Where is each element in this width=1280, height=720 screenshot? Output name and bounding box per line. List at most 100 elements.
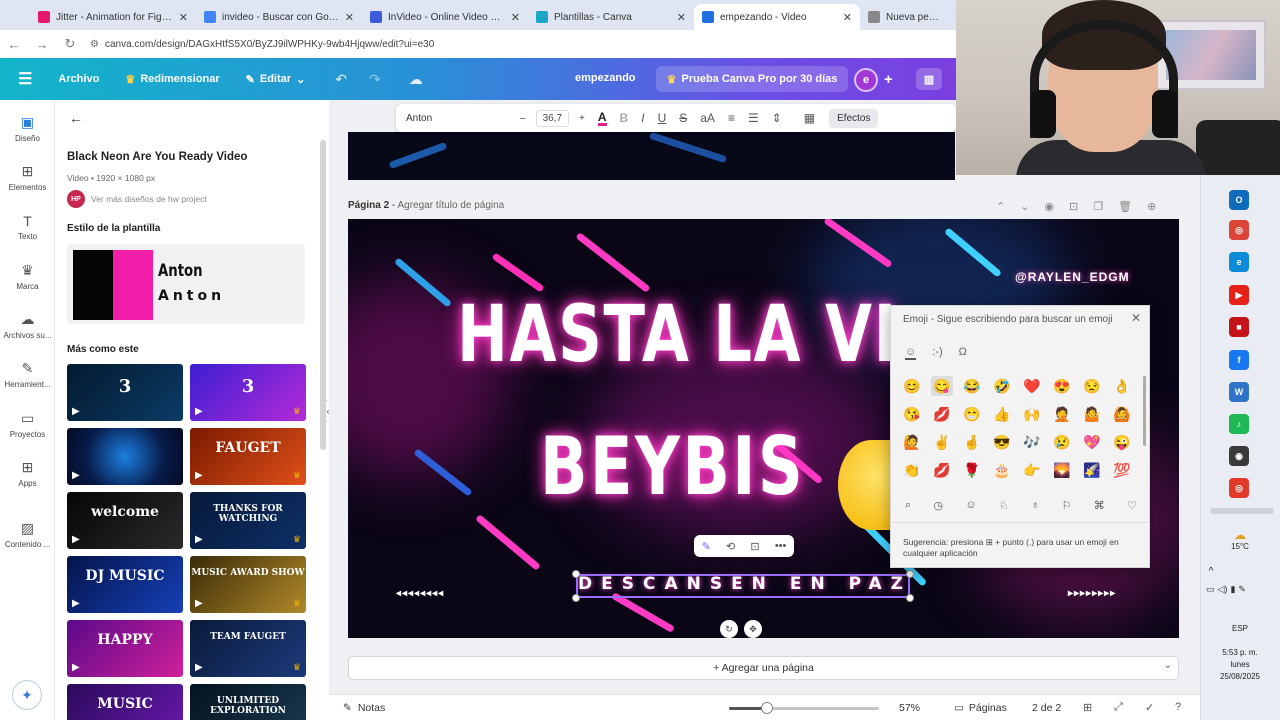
help-icon[interactable]: ? xyxy=(1175,701,1181,713)
fullscreen-icon[interactable]: ⤢ xyxy=(1114,701,1123,714)
zoom-slider[interactable] xyxy=(729,702,879,714)
rail-projects[interactable]: ▭ Proyectos xyxy=(0,410,55,439)
weather-widget[interactable]: ☁ 15°C xyxy=(1200,528,1280,551)
template-thumbnail[interactable]: welcome ▶ xyxy=(67,492,183,549)
forward-icon[interactable]: → xyxy=(28,37,56,52)
move-icon[interactable]: ✥ xyxy=(744,620,762,638)
chrome-app-2-icon[interactable]: ◎ xyxy=(1229,478,1249,498)
lock-icon[interactable]: ⊡ xyxy=(750,540,759,553)
emoji-category-icon[interactable]: ⌕ xyxy=(905,499,911,512)
resize-handle[interactable] xyxy=(906,594,914,602)
text-color-icon[interactable]: A xyxy=(597,111,607,126)
emoji-item[interactable]: 🌹 xyxy=(961,460,983,480)
emoji-item[interactable]: 😂 xyxy=(961,376,983,396)
cloud-sync-icon[interactable]: ☁ xyxy=(409,71,423,88)
close-tab-icon[interactable]: ✕ xyxy=(345,11,354,24)
emoji-tab[interactable]: ☺ xyxy=(905,346,917,360)
reload-icon[interactable]: ↻ xyxy=(56,36,84,52)
template-thumbnail[interactable]: DJ MUSIC ▶ xyxy=(67,556,183,613)
rail-design[interactable]: ▣ Diseño xyxy=(0,114,55,143)
rail-text[interactable]: T Texto xyxy=(0,213,55,241)
url-field[interactable]: ⚙ canva.com/design/DAGxHtfS5X0/ByZJ9ilWPH… xyxy=(90,39,434,50)
chevron-down-icon[interactable]: ⌄ xyxy=(1164,660,1172,671)
redo-icon[interactable]: ↷ xyxy=(369,71,381,88)
emoji-item[interactable]: 😋 xyxy=(931,376,953,396)
letter-case-icon[interactable]: aA xyxy=(700,111,715,125)
emoji-item[interactable]: 👍 xyxy=(991,404,1013,424)
close-tab-icon[interactable]: ✕ xyxy=(843,11,852,24)
notes-button[interactable]: ✎ Notas xyxy=(343,702,385,714)
canvas-headline-1[interactable]: HASTA LA VI xyxy=(457,290,898,380)
tray-chevron-icon[interactable]: ^ xyxy=(1204,566,1218,577)
emoji-item[interactable]: 😁 xyxy=(961,404,983,424)
resize-handle[interactable] xyxy=(572,594,580,602)
template-style-card[interactable]: Anton Anton xyxy=(67,244,305,324)
emoji-item[interactable]: 🤞 xyxy=(961,432,983,452)
teams-app-icon[interactable]: W xyxy=(1229,382,1249,402)
add-page-icon[interactable]: ⊕ xyxy=(1147,200,1156,213)
edge-app-icon[interactable]: e xyxy=(1229,252,1249,272)
insights-icon[interactable]: ▥ xyxy=(916,68,942,90)
horizontal-scrollbar[interactable] xyxy=(1210,508,1274,514)
spacing-icon[interactable]: ⇕ xyxy=(772,111,782,125)
template-author[interactable]: HP Ver más diseños de hw project xyxy=(67,190,207,208)
rail-elements[interactable]: ⊞ Elementos xyxy=(0,163,55,192)
template-thumbnail[interactable]: ▶ xyxy=(67,428,183,485)
list-icon[interactable]: ☰ xyxy=(748,111,759,125)
emoji-item[interactable]: 😢 xyxy=(1051,432,1073,452)
emoji-item[interactable]: 👌 xyxy=(1111,376,1133,396)
zoom-slider-knob[interactable] xyxy=(760,702,773,714)
lock-page-icon[interactable]: ⊡ xyxy=(1069,200,1078,213)
emoji-category-icon[interactable]: ☺ xyxy=(965,499,976,512)
font-size-increase[interactable]: + xyxy=(579,113,585,124)
emoji-item[interactable]: 🤣 xyxy=(991,376,1013,396)
emoji-item[interactable]: 🙆 xyxy=(1111,404,1133,424)
rail-brand[interactable]: ♛ Marca xyxy=(0,262,55,291)
editar-menu[interactable]: ✎ Editar ⌄ xyxy=(246,73,306,86)
emoji-item[interactable]: 🌠 xyxy=(1081,460,1103,480)
emoji-item[interactable]: 💋 xyxy=(931,460,953,480)
add-page-button[interactable]: + Agregar una página ⌄ xyxy=(348,656,1179,680)
rotate-icon[interactable]: ↻ xyxy=(720,620,738,638)
site-info-icon[interactable]: ⚙ xyxy=(90,39,99,50)
resize-handle[interactable] xyxy=(572,570,580,578)
clock-time[interactable]: 5:53 p. m. xyxy=(1200,648,1280,657)
canvas-headline-2[interactable]: BEYBIS xyxy=(540,420,805,513)
battery-icon[interactable]: ▮ xyxy=(1230,584,1235,595)
zoom-value[interactable]: 57% xyxy=(899,702,920,714)
user-avatar[interactable]: e xyxy=(854,68,878,92)
move-down-icon[interactable]: ⌄ xyxy=(1020,200,1029,213)
grid-view-icon[interactable]: ⊞ xyxy=(1083,701,1092,714)
youtube-app-icon[interactable]: ▶ xyxy=(1229,285,1249,305)
emoji-item[interactable]: 😊 xyxy=(901,376,923,396)
emoji-scrollbar[interactable] xyxy=(1143,376,1146,446)
chrome-app-icon[interactable]: ◎ xyxy=(1229,220,1249,240)
emoji-category-icon[interactable]: ⚐ xyxy=(1062,499,1072,512)
emoji-item[interactable]: 😘 xyxy=(901,404,923,424)
more-options-icon[interactable]: ••• xyxy=(775,540,787,552)
template-thumbnail[interactable]: 3 ▶ xyxy=(67,364,183,421)
redimensionar-button[interactable]: ♛ Redimensionar xyxy=(125,73,219,86)
rail-uploads[interactable]: ☁ Archivos su... xyxy=(0,311,55,340)
magic-assistant-icon[interactable]: ✦ xyxy=(12,680,42,710)
emoji-item[interactable]: 🙋 xyxy=(901,432,923,452)
font-size-input[interactable]: 36,7 xyxy=(535,109,570,127)
browser-tab[interactable]: empezando - Video ✕ xyxy=(694,4,860,30)
move-up-icon[interactable]: ⌃ xyxy=(996,200,1005,213)
emoji-tab[interactable]: :-) xyxy=(932,346,942,360)
document-name[interactable]: empezando xyxy=(575,72,636,84)
emoji-item[interactable]: 🤷 xyxy=(1081,404,1103,424)
template-thumbnail[interactable]: MUSIC AWARD SHOW ▶ ♛ xyxy=(190,556,306,613)
template-thumbnail[interactable]: THANKS FOR WATCHING ▶ ♛ xyxy=(190,492,306,549)
emoji-category-icon[interactable]: ⌘ xyxy=(1094,499,1105,512)
rail-tools[interactable]: ✎ Herramient... xyxy=(0,360,55,389)
emoji-item[interactable]: 👏 xyxy=(901,460,923,480)
hide-page-icon[interactable]: ◉ xyxy=(1044,200,1054,213)
duplicate-page-icon[interactable]: ❐ xyxy=(1093,200,1103,213)
obs-app-icon[interactable]: ◉ xyxy=(1229,446,1249,466)
delete-page-icon[interactable]: 🗑 xyxy=(1118,200,1132,213)
panel-scrollbar[interactable] xyxy=(320,140,326,450)
strikethrough-icon[interactable]: S xyxy=(679,111,687,125)
back-arrow-icon[interactable]: ← xyxy=(69,110,83,126)
comment-icon[interactable]: ⟲ xyxy=(726,540,735,553)
